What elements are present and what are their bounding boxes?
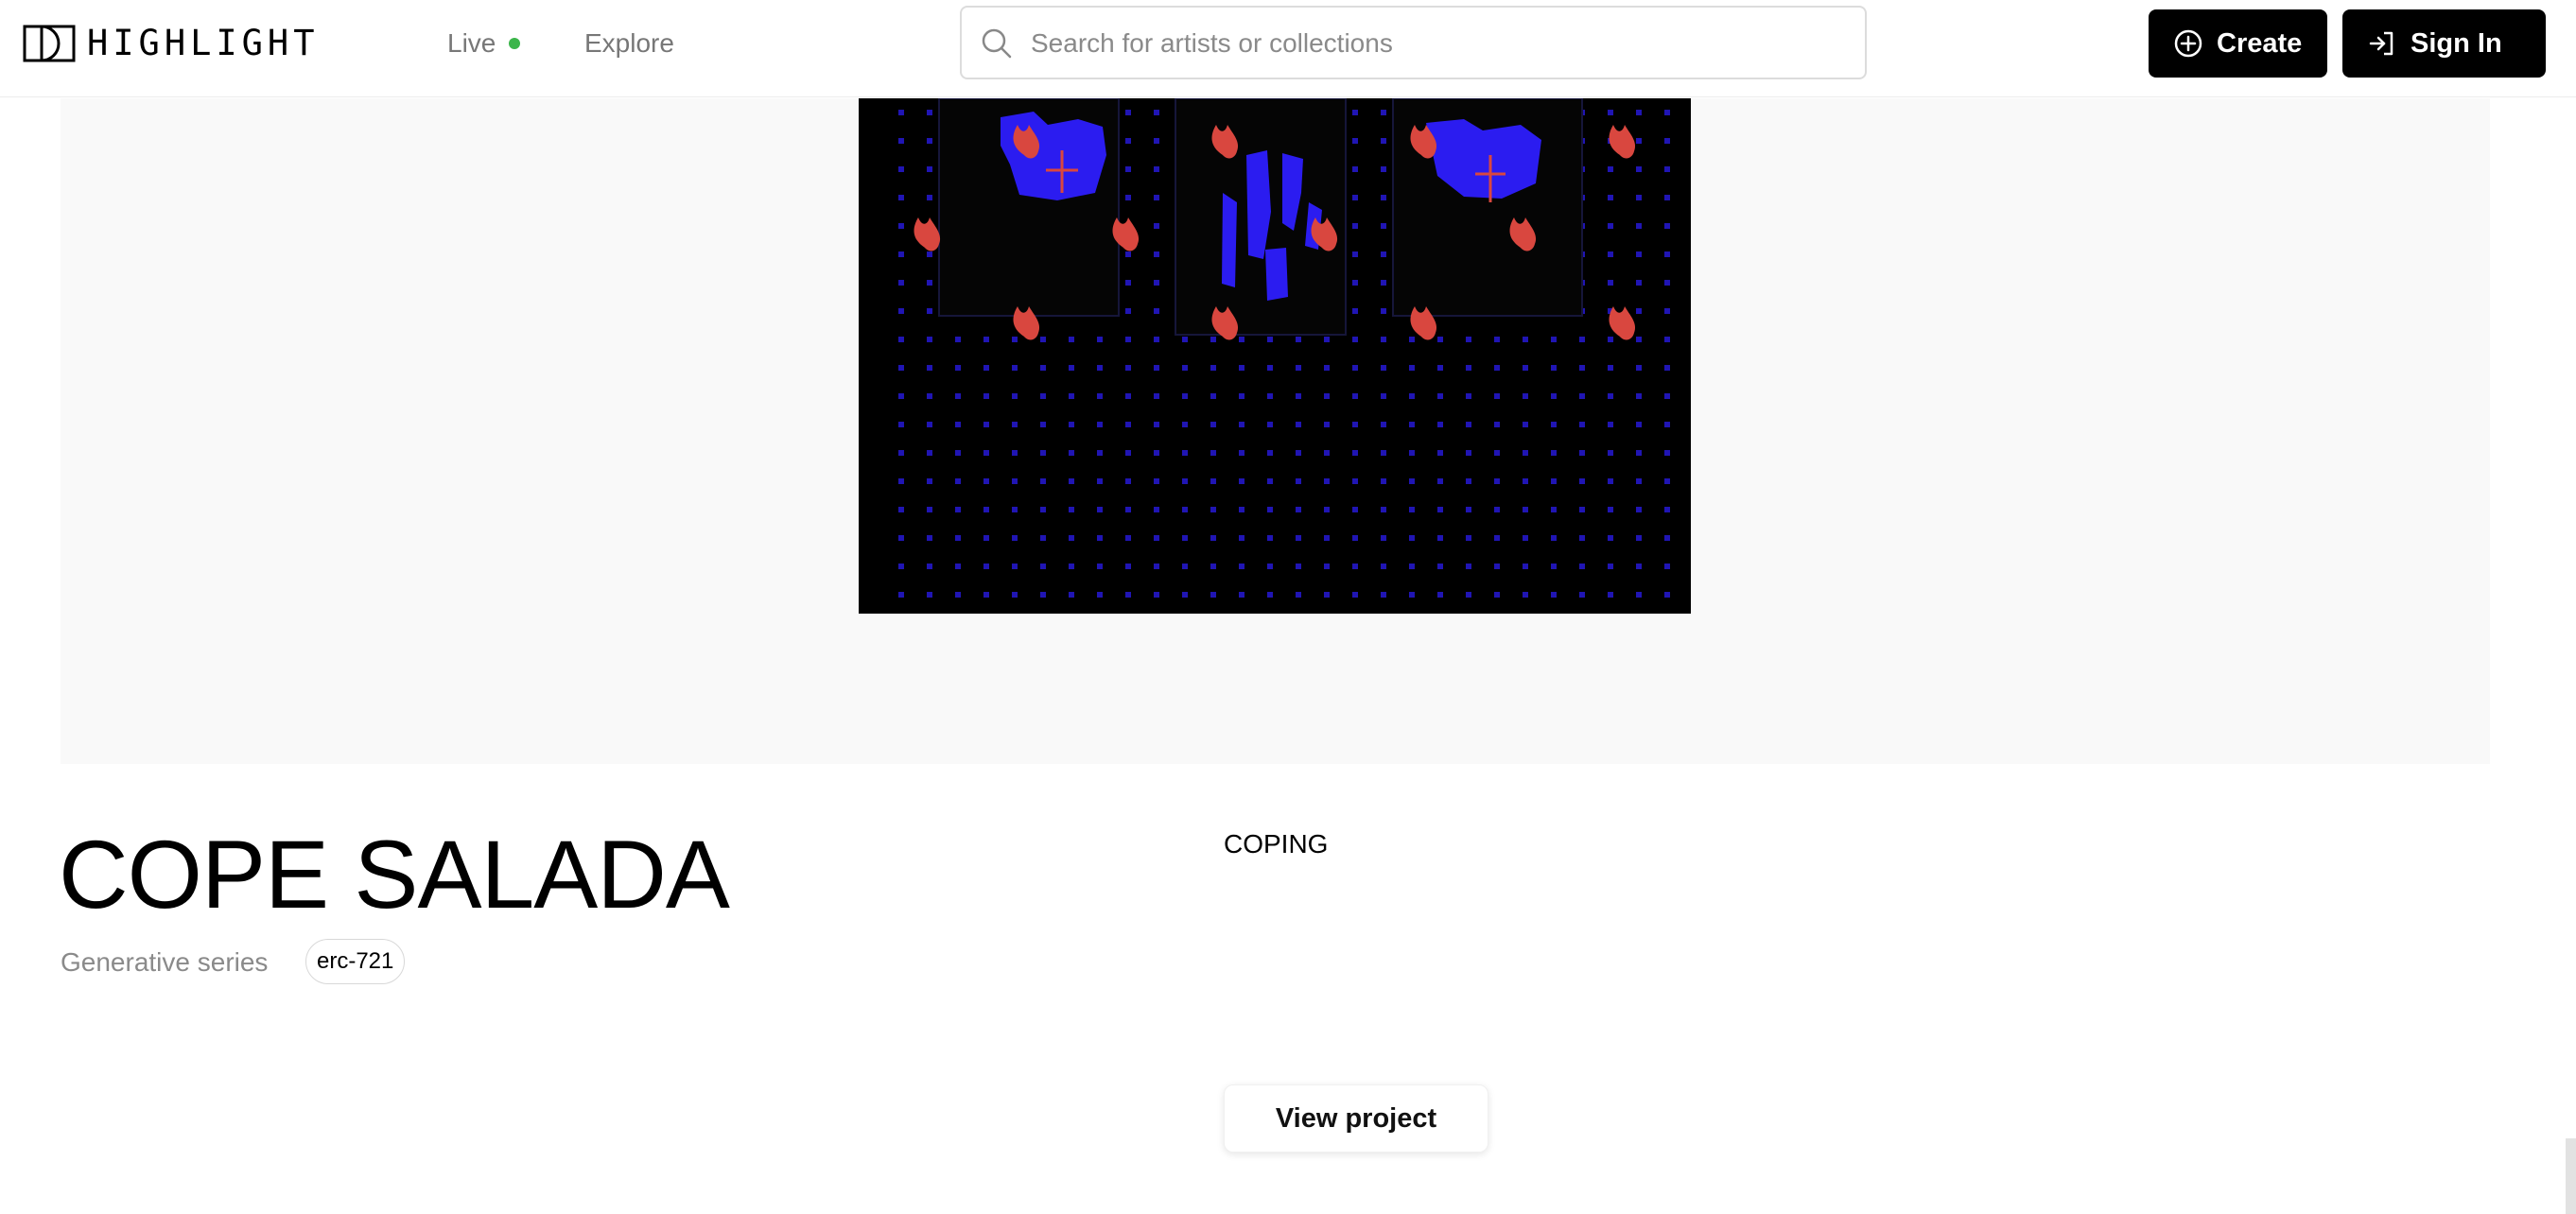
sign-in-button-label: Sign In [2411, 28, 2502, 59]
create-button[interactable]: Create [2149, 9, 2327, 78]
top-navigation: HIGHLIGHT Live Explore Search for artist… [0, 0, 2576, 97]
collection-title: COPE SALADA [59, 821, 730, 928]
nav-live-label: Live [447, 28, 496, 58]
artwork-image [859, 98, 1691, 614]
view-project-button[interactable]: View project [1224, 1084, 1488, 1153]
create-button-label: Create [2217, 28, 2303, 59]
search-icon [982, 28, 1012, 59]
sign-in-button[interactable]: Sign In [2342, 9, 2546, 78]
nav-live-link[interactable]: Live [447, 26, 521, 61]
nav-explore-link[interactable]: Explore [584, 26, 674, 61]
brand-logo[interactable]: HIGHLIGHT [23, 23, 319, 64]
token-standard-badge: erc-721 [305, 939, 406, 984]
sign-in-icon [2369, 31, 2393, 56]
collection-type: Generative series [61, 947, 269, 977]
plus-circle-icon [2174, 29, 2202, 58]
search-input[interactable]: Search for artists or collections [960, 6, 1867, 79]
collection-description: COPING [1224, 829, 1329, 858]
page-scrollbar[interactable] [2566, 1138, 2576, 1214]
brand-name: HIGHLIGHT [87, 23, 320, 63]
collection-artwork[interactable] [859, 98, 1691, 614]
highlight-logo-icon [23, 25, 76, 62]
search-placeholder: Search for artists or collections [1031, 28, 1393, 58]
live-status-dot [509, 38, 521, 49]
